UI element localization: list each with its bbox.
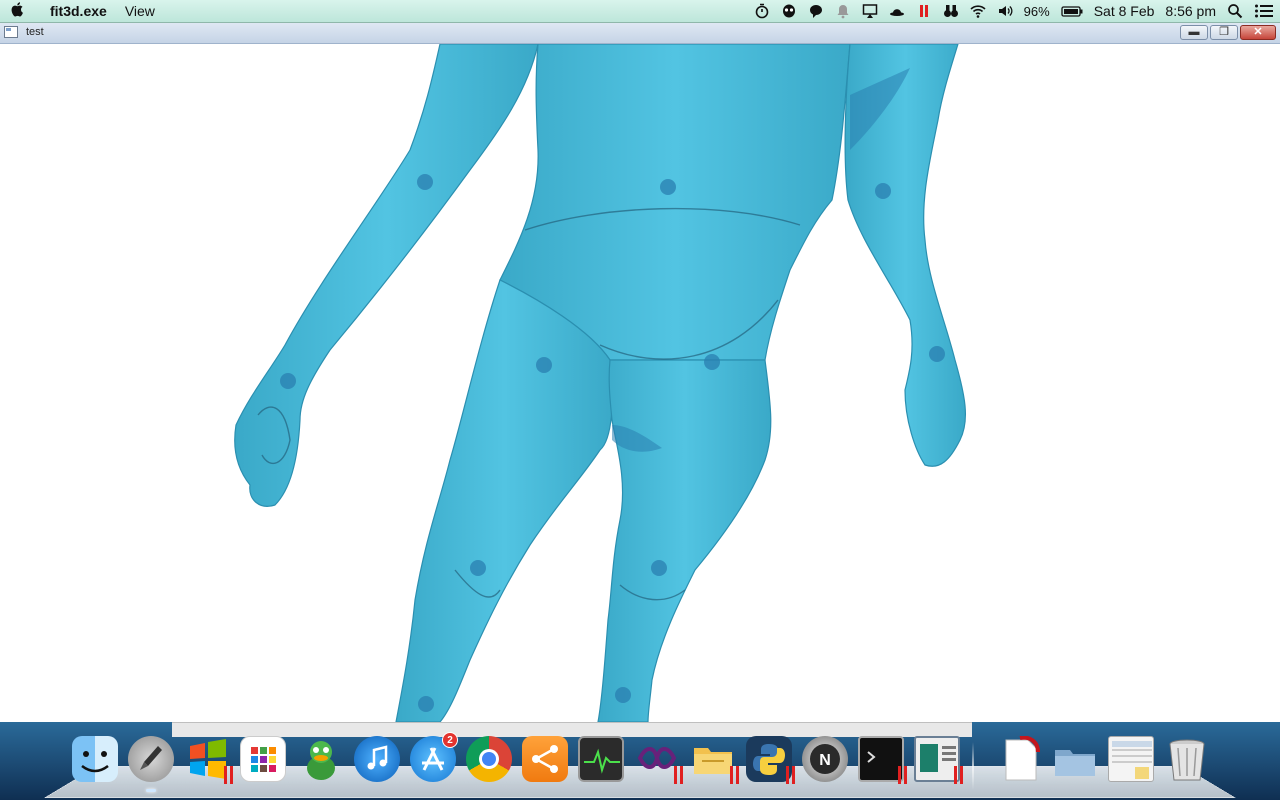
- trash-icon: [1164, 736, 1210, 782]
- activity-monitor-icon: [578, 736, 624, 782]
- dock-network-status[interactable]: N: [800, 732, 850, 786]
- mesh-right-leg: [597, 359, 772, 722]
- window-titlebar[interactable]: test ▬ ❐ ✕: [0, 23, 1280, 44]
- battery-percent[interactable]: 96%: [1024, 4, 1050, 19]
- minimize-button[interactable]: ▬: [1180, 25, 1208, 40]
- paused-indicator-icon: [954, 766, 964, 784]
- menu-bar: fit3d.exe View 96% Sat 8 Feb 8:56 pm: [0, 0, 1280, 23]
- dock-terminal[interactable]: [856, 732, 908, 786]
- documents-stack-icon: [1108, 736, 1154, 782]
- dock-applications-folder[interactable]: [1050, 732, 1100, 786]
- minimize-icon: ▬: [1188, 26, 1200, 38]
- dock-trash[interactable]: [1162, 732, 1212, 786]
- menubar-date[interactable]: Sat 8 Feb: [1094, 3, 1155, 19]
- paused-indicator-icon: [674, 766, 684, 784]
- marker-right-shin[interactable]: [615, 687, 631, 703]
- battery-icon[interactable]: [1061, 3, 1083, 19]
- marker-right-wrist[interactable]: [929, 346, 945, 362]
- network-globe-icon: N: [802, 736, 848, 782]
- notification-bell-icon[interactable]: [835, 3, 851, 19]
- marker-waist[interactable]: [660, 179, 676, 195]
- timer-icon[interactable]: [754, 3, 770, 19]
- menu-view[interactable]: View: [125, 3, 155, 19]
- paused-indicator-icon: [730, 766, 740, 784]
- dock-finder[interactable]: [70, 732, 120, 786]
- itunes-music-icon: [354, 736, 400, 782]
- app-grid-icon: [240, 736, 286, 782]
- dock-separator: [972, 742, 974, 790]
- dock-preview-window[interactable]: [912, 732, 964, 786]
- marker-right-hip[interactable]: [704, 354, 720, 370]
- chrome-icon: [466, 736, 512, 782]
- window-app-icon[interactable]: [4, 26, 18, 38]
- window-title: test: [26, 26, 44, 38]
- paused-indicator-icon: [786, 766, 796, 784]
- dock-adium[interactable]: [296, 732, 346, 786]
- launchpad-rocket-icon: [128, 736, 174, 782]
- body-scan-mesh[interactable]: [0, 44, 1280, 722]
- dock-pdf-document[interactable]: [996, 732, 1046, 786]
- dock-itunes[interactable]: [352, 732, 402, 786]
- close-button[interactable]: ✕: [1240, 25, 1276, 40]
- dock-chrome[interactable]: [464, 732, 514, 786]
- dock: 2 N: [70, 732, 1220, 794]
- dock-windows-explorer[interactable]: [688, 732, 740, 786]
- chat-bubble-icon[interactable]: [808, 3, 824, 19]
- app-store-badge: 2: [442, 732, 458, 748]
- wifi-icon[interactable]: [970, 3, 986, 19]
- paused-indicator-icon: [224, 766, 234, 784]
- apple-menu-icon[interactable]: [0, 1, 36, 22]
- marker-right-forearm[interactable]: [875, 183, 891, 199]
- applications-folder-icon: [1052, 736, 1098, 782]
- marker-left-knee[interactable]: [470, 560, 486, 576]
- dock-windows[interactable]: [182, 732, 234, 786]
- svg-text:N: N: [819, 752, 831, 769]
- share-nodes-icon: [522, 736, 568, 782]
- marker-left-shin[interactable]: [418, 696, 434, 712]
- restore-button[interactable]: ❐: [1210, 25, 1238, 40]
- running-indicator: [146, 789, 156, 792]
- finder-icon: [72, 736, 118, 782]
- dock-app-grid[interactable]: [238, 732, 288, 786]
- app-menu[interactable]: fit3d.exe: [50, 3, 107, 19]
- mesh-left-leg: [395, 279, 613, 722]
- marker-left-forearm[interactable]: [417, 174, 433, 190]
- dock-app-store[interactable]: 2: [408, 732, 458, 786]
- dock-documents-stack[interactable]: [1106, 732, 1156, 786]
- desktop: fit3d.exe View 96% Sat 8 Feb 8:56 pm tes…: [0, 0, 1280, 800]
- marker-left-wrist[interactable]: [280, 373, 296, 389]
- volume-icon[interactable]: [997, 3, 1013, 19]
- dock-launchpad[interactable]: [126, 732, 176, 792]
- dock-share[interactable]: [520, 732, 570, 786]
- alien-icon[interactable]: [781, 3, 797, 19]
- 3d-viewport[interactable]: [0, 44, 1280, 722]
- parallels-pause-icon[interactable]: [916, 3, 932, 19]
- dock-activity-monitor[interactable]: [576, 732, 626, 786]
- close-icon: ✕: [1253, 26, 1263, 38]
- bowler-hat-icon[interactable]: [889, 3, 905, 19]
- spotlight-search-icon[interactable]: [1227, 3, 1243, 19]
- marker-right-knee[interactable]: [651, 560, 667, 576]
- paused-indicator-icon: [898, 766, 908, 784]
- menubar-time[interactable]: 8:56 pm: [1165, 3, 1216, 19]
- binoculars-icon[interactable]: [943, 3, 959, 19]
- marker-left-hip[interactable]: [536, 357, 552, 373]
- restore-icon: ❐: [1219, 26, 1229, 38]
- adium-duck-icon: [298, 736, 344, 782]
- notification-center-icon[interactable]: [1254, 3, 1274, 19]
- airplay-screen-icon[interactable]: [862, 3, 878, 19]
- dock-visual-studio[interactable]: [632, 732, 684, 786]
- pdf-document-icon: [998, 736, 1044, 782]
- dock-python[interactable]: [744, 732, 796, 786]
